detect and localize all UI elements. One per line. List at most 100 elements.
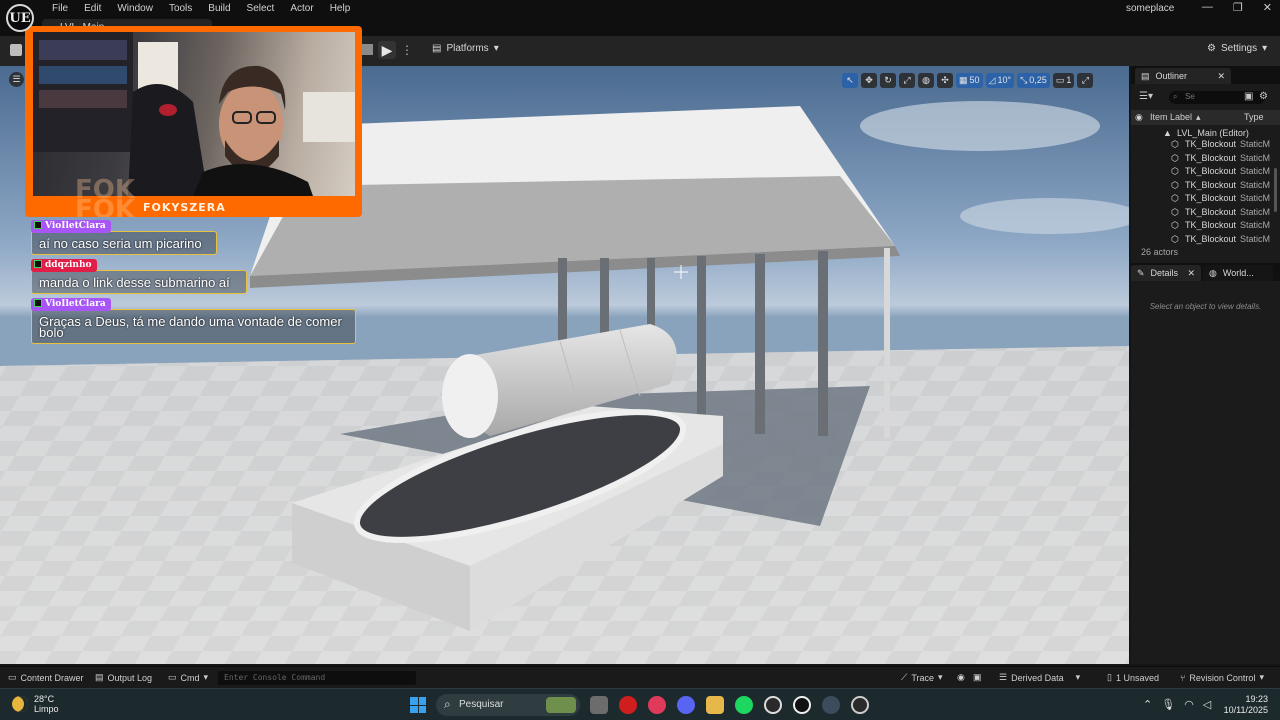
restore-button[interactable]: ❐ bbox=[1233, 1, 1243, 14]
screenshot-icon[interactable]: ▣ bbox=[973, 672, 982, 683]
menu-actor[interactable]: Actor bbox=[282, 2, 321, 16]
scale-icon[interactable]: ⤢ bbox=[899, 72, 915, 88]
visibility-icon[interactable]: ◉ bbox=[1135, 112, 1143, 123]
tab-details[interactable]: ✎ Details ✕ bbox=[1131, 265, 1201, 281]
viewport-options-button[interactable]: ☰ bbox=[9, 72, 24, 87]
wifi-icon[interactable]: ◠ bbox=[1184, 698, 1194, 711]
record-icon[interactable]: ◉ bbox=[957, 672, 965, 683]
unsaved-button[interactable]: ▯ 1 Unsaved bbox=[1107, 672, 1159, 683]
opera-gx-icon[interactable] bbox=[648, 696, 666, 714]
menu-build[interactable]: Build bbox=[200, 2, 238, 16]
tab-outliner[interactable]: ▤ Outliner ✕ bbox=[1135, 68, 1231, 84]
translate-icon[interactable]: ✥ bbox=[861, 72, 877, 88]
weather-widget[interactable]: 28°C Limpo bbox=[12, 694, 59, 714]
viewport-toolbar: ↖ ✥ ↻ ⤢ ◍ ✣ ▦ 50 ◿ 10° ⤡ 0,25 ▭ 1 ⤢ bbox=[842, 72, 1094, 88]
camera-speed-button[interactable]: ▭ 1 bbox=[1052, 72, 1075, 88]
table-row[interactable]: ⬡ TK_Blockout StaticM bbox=[1131, 192, 1280, 205]
tab-world-settings[interactable]: ◍ World... bbox=[1203, 265, 1273, 281]
table-row[interactable]: ⬡ TK_Blockout StaticM bbox=[1131, 152, 1280, 165]
temperature: 28°C bbox=[34, 694, 55, 704]
microphone-icon[interactable]: 🎙 bbox=[1161, 698, 1175, 711]
content-drawer-label: Content Drawer bbox=[20, 672, 84, 683]
console-placeholder: Enter Console Command bbox=[224, 673, 326, 682]
menu-window[interactable]: Window bbox=[109, 2, 161, 16]
derived-data-dropdown[interactable]: ☰ Derived Data ▾ bbox=[999, 672, 1080, 683]
chat-text: manda o link desse submarino aí bbox=[31, 270, 247, 294]
taskbar-search-input[interactable]: ⌕ Pesquisar bbox=[436, 694, 580, 716]
unsaved-label: 1 Unsaved bbox=[1115, 672, 1159, 683]
close-tab-icon[interactable]: ✕ bbox=[1217, 71, 1225, 82]
speaker-icon[interactable]: ◁ bbox=[1203, 698, 1211, 711]
sort-ascending-icon: ▴ bbox=[1196, 112, 1201, 122]
rotation-snap-button[interactable]: ◿ 10° bbox=[985, 72, 1015, 88]
details-icon: ✎ bbox=[1137, 267, 1145, 278]
stop-button[interactable] bbox=[362, 44, 373, 55]
details-tab-label: Details bbox=[1150, 268, 1179, 278]
filter-icon[interactable]: ☰▾ bbox=[1139, 91, 1153, 102]
chevron-up-icon[interactable]: ⌃ bbox=[1143, 698, 1152, 711]
clock[interactable]: 19:23 10/11/2025 bbox=[1216, 694, 1268, 716]
platform-badge-icon bbox=[34, 260, 42, 268]
save-icon[interactable] bbox=[10, 44, 22, 56]
more-options-icon[interactable]: ⋮ bbox=[401, 43, 413, 57]
maximize-viewport-icon[interactable]: ⤢ bbox=[1077, 72, 1094, 88]
settings-app-icon[interactable] bbox=[822, 696, 840, 714]
obs-icon[interactable] bbox=[851, 696, 869, 714]
column-item-label[interactable]: Item Label bbox=[1150, 112, 1192, 122]
outliner-header: ◉ Item Label ▴ Type bbox=[1131, 110, 1280, 125]
table-row[interactable]: ⬡ TK_Blockout StaticM bbox=[1131, 165, 1280, 178]
gear-icon[interactable]: ⚙ bbox=[1259, 91, 1268, 102]
webcam-feed bbox=[33, 32, 355, 196]
table-row[interactable]: ⬡ TK_Blockout StaticM bbox=[1131, 233, 1280, 246]
camera-icon: ▭ bbox=[1055, 74, 1065, 85]
unreal-logo-icon[interactable]: UE bbox=[6, 4, 34, 32]
close-tab-icon[interactable]: ✕ bbox=[1187, 268, 1195, 279]
outliner-scrollbar[interactable] bbox=[1274, 168, 1277, 212]
table-row[interactable]: ⬡ TK_Blockout StaticM bbox=[1131, 219, 1280, 232]
menu-select[interactable]: Select bbox=[239, 2, 283, 16]
unreal-engine-icon[interactable] bbox=[793, 696, 811, 714]
windows-start-icon[interactable] bbox=[410, 697, 426, 713]
chat-username-text: VioIletClara bbox=[45, 299, 106, 309]
file-explorer-icon[interactable] bbox=[706, 696, 724, 714]
content-drawer-button[interactable]: ▭ Content Drawer bbox=[8, 672, 84, 683]
trace-icon: ⟋ bbox=[901, 672, 908, 682]
row-label: TK_Blockout bbox=[1185, 233, 1237, 244]
output-log-button[interactable]: ▤ Output Log bbox=[95, 672, 152, 683]
minimize-button[interactable]: — bbox=[1202, 1, 1213, 14]
surface-snap-icon[interactable]: ✣ bbox=[937, 72, 953, 88]
platforms-button[interactable]: ▤ Platforms ▾ bbox=[432, 43, 499, 54]
spotify-icon[interactable] bbox=[735, 696, 753, 714]
grid-snap-button[interactable]: ▦ 50 bbox=[956, 72, 983, 88]
outliner-icon: ▤ bbox=[1141, 70, 1150, 81]
menu-file[interactable]: File bbox=[44, 2, 76, 16]
console-input[interactable]: Enter Console Command bbox=[218, 671, 416, 685]
opera-icon[interactable] bbox=[619, 696, 637, 714]
settings-button[interactable]: ⚙ Settings ▾ bbox=[1207, 43, 1267, 54]
table-row[interactable]: ⬡ TK_Blockout StaticM bbox=[1131, 138, 1280, 151]
github-icon[interactable] bbox=[764, 696, 782, 714]
table-row[interactable]: ⬡ TK_Blockout StaticM bbox=[1131, 179, 1280, 192]
select-mode-icon[interactable]: ↖ bbox=[842, 72, 858, 88]
column-type[interactable]: Type bbox=[1244, 112, 1264, 122]
trace-dropdown[interactable]: ⟋ Trace ▾ bbox=[901, 672, 943, 683]
static-mesh-icon: ⬡ bbox=[1171, 179, 1179, 190]
close-button[interactable]: ✕ bbox=[1263, 1, 1272, 14]
discord-icon[interactable] bbox=[677, 696, 695, 714]
revision-control-dropdown[interactable]: ⑂ Revision Control ▾ bbox=[1180, 672, 1264, 683]
cmd-dropdown[interactable]: ▭ Cmd ▾ bbox=[168, 672, 208, 683]
scale-snap-button[interactable]: ⤡ 0,25 bbox=[1017, 72, 1050, 88]
menu-edit[interactable]: Edit bbox=[76, 2, 109, 16]
menu-help[interactable]: Help bbox=[322, 2, 359, 16]
chat-message: VioIletClara aí no caso seria um picarin… bbox=[31, 219, 217, 255]
world-space-icon[interactable]: ◍ bbox=[918, 72, 934, 88]
rotate-icon[interactable]: ↻ bbox=[880, 72, 896, 88]
menu-tools[interactable]: Tools bbox=[161, 2, 200, 16]
task-view-icon[interactable] bbox=[590, 696, 608, 714]
search-icon: ⌕ bbox=[444, 697, 451, 711]
play-button[interactable]: ▶ bbox=[378, 41, 396, 59]
table-row[interactable]: ⬡ TK_Blockout StaticM bbox=[1131, 206, 1280, 219]
add-folder-icon[interactable]: ▣ bbox=[1244, 91, 1253, 102]
chat-username-text: VioIletClara bbox=[45, 221, 106, 231]
database-icon: ☰ bbox=[999, 672, 1008, 682]
